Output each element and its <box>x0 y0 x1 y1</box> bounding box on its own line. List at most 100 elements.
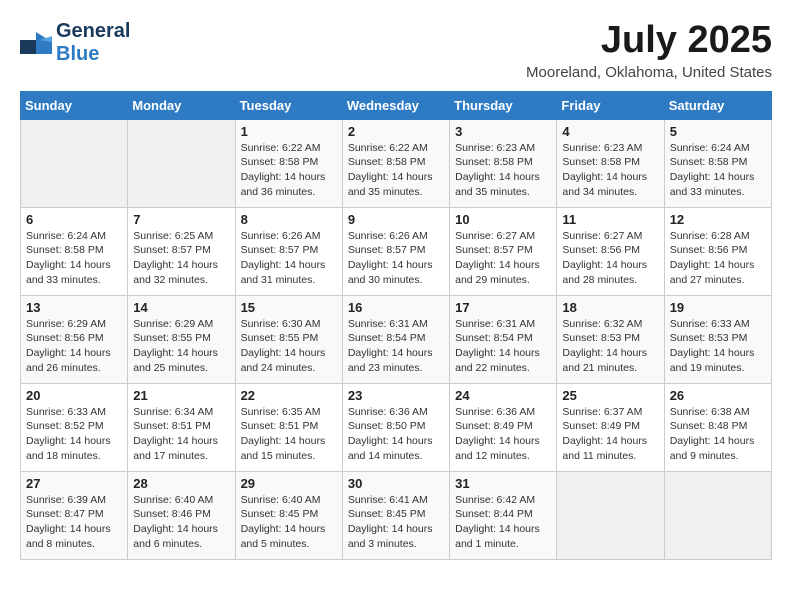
day-number: 29 <box>241 476 337 491</box>
header-tuesday: Tuesday <box>235 91 342 119</box>
calendar-cell: 17Sunrise: 6:31 AMSunset: 8:54 PMDayligh… <box>450 295 557 383</box>
day-info: Sunrise: 6:38 AMSunset: 8:48 PMDaylight:… <box>670 405 766 464</box>
calendar-week-2: 6 Sunrise: 6:24 AMSunset: 8:58 PMDaylight… <box>21 207 772 295</box>
day-number: 3 <box>455 124 551 139</box>
day-info: Sunrise: 6:22 AMSunset: 8:58 PMDaylight:… <box>241 141 337 200</box>
calendar-cell: 30Sunrise: 6:41 AMSunset: 8:45 PMDayligh… <box>342 471 449 559</box>
day-info: Sunrise: 6:27 AMSunset: 8:56 PMDaylight:… <box>562 229 658 288</box>
calendar-cell <box>128 119 235 207</box>
calendar-week-4: 20 Sunrise: 6:33 AMSunset: 8:52 PMDayligh… <box>21 383 772 471</box>
calendar-cell: 24 Sunrise: 6:36 AMSunset: 8:49 PMDayligh… <box>450 383 557 471</box>
calendar-cell <box>21 119 128 207</box>
day-number: 25 <box>562 388 658 403</box>
day-info: Sunrise: 6:40 AMSunset: 8:45 PMDaylight:… <box>241 493 337 552</box>
calendar-cell: 13 Sunrise: 6:29 AMSunset: 8:56 PMDayligh… <box>21 295 128 383</box>
day-number: 13 <box>26 300 122 315</box>
calendar-cell: 2Sunrise: 6:22 AMSunset: 8:58 PMDaylight… <box>342 119 449 207</box>
day-info: Sunrise: 6:30 AMSunset: 8:55 PMDaylight:… <box>241 317 337 376</box>
calendar-cell: 10Sunrise: 6:27 AMSunset: 8:57 PMDayligh… <box>450 207 557 295</box>
day-info: Sunrise: 6:23 AMSunset: 8:58 PMDaylight:… <box>562 141 658 200</box>
calendar-cell: 19 Sunrise: 6:33 AMSunset: 8:53 PMDayligh… <box>664 295 771 383</box>
day-number: 26 <box>670 388 766 403</box>
day-number: 30 <box>348 476 444 491</box>
day-info: Sunrise: 6:36 AMSunset: 8:49 PMDaylight:… <box>455 405 551 464</box>
day-number: 4 <box>562 124 658 139</box>
calendar-week-1: 1 Sunrise: 6:22 AMSunset: 8:58 PMDaylight… <box>21 119 772 207</box>
calendar-cell: 20 Sunrise: 6:33 AMSunset: 8:52 PMDayligh… <box>21 383 128 471</box>
calendar-cell: 16 Sunrise: 6:31 AMSunset: 8:54 PMDayligh… <box>342 295 449 383</box>
calendar-cell: 3 Sunrise: 6:23 AMSunset: 8:58 PMDaylight… <box>450 119 557 207</box>
calendar-header-row: SundayMondayTuesdayWednesdayThursdayFrid… <box>21 91 772 119</box>
day-number: 10 <box>455 212 551 227</box>
calendar-cell: 8 Sunrise: 6:26 AMSunset: 8:57 PMDaylight… <box>235 207 342 295</box>
calendar-cell: 29 Sunrise: 6:40 AMSunset: 8:45 PMDayligh… <box>235 471 342 559</box>
day-number: 15 <box>241 300 337 315</box>
day-number: 18 <box>562 300 658 315</box>
calendar-cell: 6 Sunrise: 6:24 AMSunset: 8:58 PMDaylight… <box>21 207 128 295</box>
header-sunday: Sunday <box>21 91 128 119</box>
header-monday: Monday <box>128 91 235 119</box>
day-info: Sunrise: 6:29 AMSunset: 8:55 PMDaylight:… <box>133 317 229 376</box>
calendar-cell <box>557 471 664 559</box>
header-saturday: Saturday <box>664 91 771 119</box>
day-number: 20 <box>26 388 122 403</box>
month-title: July 2025 <box>526 20 772 62</box>
day-number: 17 <box>455 300 551 315</box>
calendar-cell <box>664 471 771 559</box>
day-number: 27 <box>26 476 122 491</box>
calendar-cell: 7Sunrise: 6:25 AMSunset: 8:57 PMDaylight… <box>128 207 235 295</box>
day-number: 24 <box>455 388 551 403</box>
calendar-cell: 23 Sunrise: 6:36 AMSunset: 8:50 PMDayligh… <box>342 383 449 471</box>
day-info: Sunrise: 6:24 AMSunset: 8:58 PMDaylight:… <box>26 229 122 288</box>
day-number: 19 <box>670 300 766 315</box>
day-info: Sunrise: 6:29 AMSunset: 8:56 PMDaylight:… <box>26 317 122 376</box>
day-number: 6 <box>26 212 122 227</box>
day-info: Sunrise: 6:28 AMSunset: 8:56 PMDaylight:… <box>670 229 766 288</box>
calendar-week-5: 27 Sunrise: 6:39 AMSunset: 8:47 PMDayligh… <box>21 471 772 559</box>
day-number: 21 <box>133 388 229 403</box>
calendar-cell: 5 Sunrise: 6:24 AMSunset: 8:58 PMDaylight… <box>664 119 771 207</box>
header-friday: Friday <box>557 91 664 119</box>
day-info: Sunrise: 6:23 AMSunset: 8:58 PMDaylight:… <box>455 141 551 200</box>
day-info: Sunrise: 6:39 AMSunset: 8:47 PMDaylight:… <box>26 493 122 552</box>
header-thursday: Thursday <box>450 91 557 119</box>
day-number: 7 <box>133 212 229 227</box>
page-header: General Blue July 2025 Mooreland, Oklaho… <box>20 20 772 81</box>
day-info: Sunrise: 6:24 AMSunset: 8:58 PMDaylight:… <box>670 141 766 200</box>
calendar-cell: 1 Sunrise: 6:22 AMSunset: 8:58 PMDaylight… <box>235 119 342 207</box>
day-number: 31 <box>455 476 551 491</box>
day-info: Sunrise: 6:26 AMSunset: 8:57 PMDaylight:… <box>241 229 337 288</box>
calendar-cell: 14 Sunrise: 6:29 AMSunset: 8:55 PMDayligh… <box>128 295 235 383</box>
logo-blue: Blue <box>56 43 99 65</box>
calendar-cell: 28Sunrise: 6:40 AMSunset: 8:46 PMDayligh… <box>128 471 235 559</box>
day-info: Sunrise: 6:22 AMSunset: 8:58 PMDaylight:… <box>348 141 444 200</box>
calendar-cell: 15 Sunrise: 6:30 AMSunset: 8:55 PMDayligh… <box>235 295 342 383</box>
day-info: Sunrise: 6:36 AMSunset: 8:50 PMDaylight:… <box>348 405 444 464</box>
day-number: 12 <box>670 212 766 227</box>
day-number: 1 <box>241 124 337 139</box>
day-info: Sunrise: 6:42 AMSunset: 8:44 PMDaylight:… <box>455 493 551 552</box>
day-info: Sunrise: 6:34 AMSunset: 8:51 PMDaylight:… <box>133 405 229 464</box>
day-info: Sunrise: 6:35 AMSunset: 8:51 PMDaylight:… <box>241 405 337 464</box>
day-number: 16 <box>348 300 444 315</box>
location: Mooreland, Oklahoma, United States <box>526 64 772 81</box>
calendar-cell: 27 Sunrise: 6:39 AMSunset: 8:47 PMDayligh… <box>21 471 128 559</box>
calendar-week-3: 13 Sunrise: 6:29 AMSunset: 8:56 PMDayligh… <box>21 295 772 383</box>
day-info: Sunrise: 6:31 AMSunset: 8:54 PMDaylight:… <box>348 317 444 376</box>
day-number: 8 <box>241 212 337 227</box>
header-wednesday: Wednesday <box>342 91 449 119</box>
calendar-cell: 12 Sunrise: 6:28 AMSunset: 8:56 PMDayligh… <box>664 207 771 295</box>
day-info: Sunrise: 6:33 AMSunset: 8:53 PMDaylight:… <box>670 317 766 376</box>
calendar-cell: 25Sunrise: 6:37 AMSunset: 8:49 PMDayligh… <box>557 383 664 471</box>
day-info: Sunrise: 6:33 AMSunset: 8:52 PMDaylight:… <box>26 405 122 464</box>
day-info: Sunrise: 6:40 AMSunset: 8:46 PMDaylight:… <box>133 493 229 552</box>
calendar-cell: 11Sunrise: 6:27 AMSunset: 8:56 PMDayligh… <box>557 207 664 295</box>
calendar-cell: 21 Sunrise: 6:34 AMSunset: 8:51 PMDayligh… <box>128 383 235 471</box>
day-number: 5 <box>670 124 766 139</box>
calendar-cell: 4 Sunrise: 6:23 AMSunset: 8:58 PMDaylight… <box>557 119 664 207</box>
calendar-cell: 9Sunrise: 6:26 AMSunset: 8:57 PMDaylight… <box>342 207 449 295</box>
day-number: 14 <box>133 300 229 315</box>
day-number: 23 <box>348 388 444 403</box>
calendar-cell: 18Sunrise: 6:32 AMSunset: 8:53 PMDayligh… <box>557 295 664 383</box>
logo-icon <box>20 32 52 54</box>
